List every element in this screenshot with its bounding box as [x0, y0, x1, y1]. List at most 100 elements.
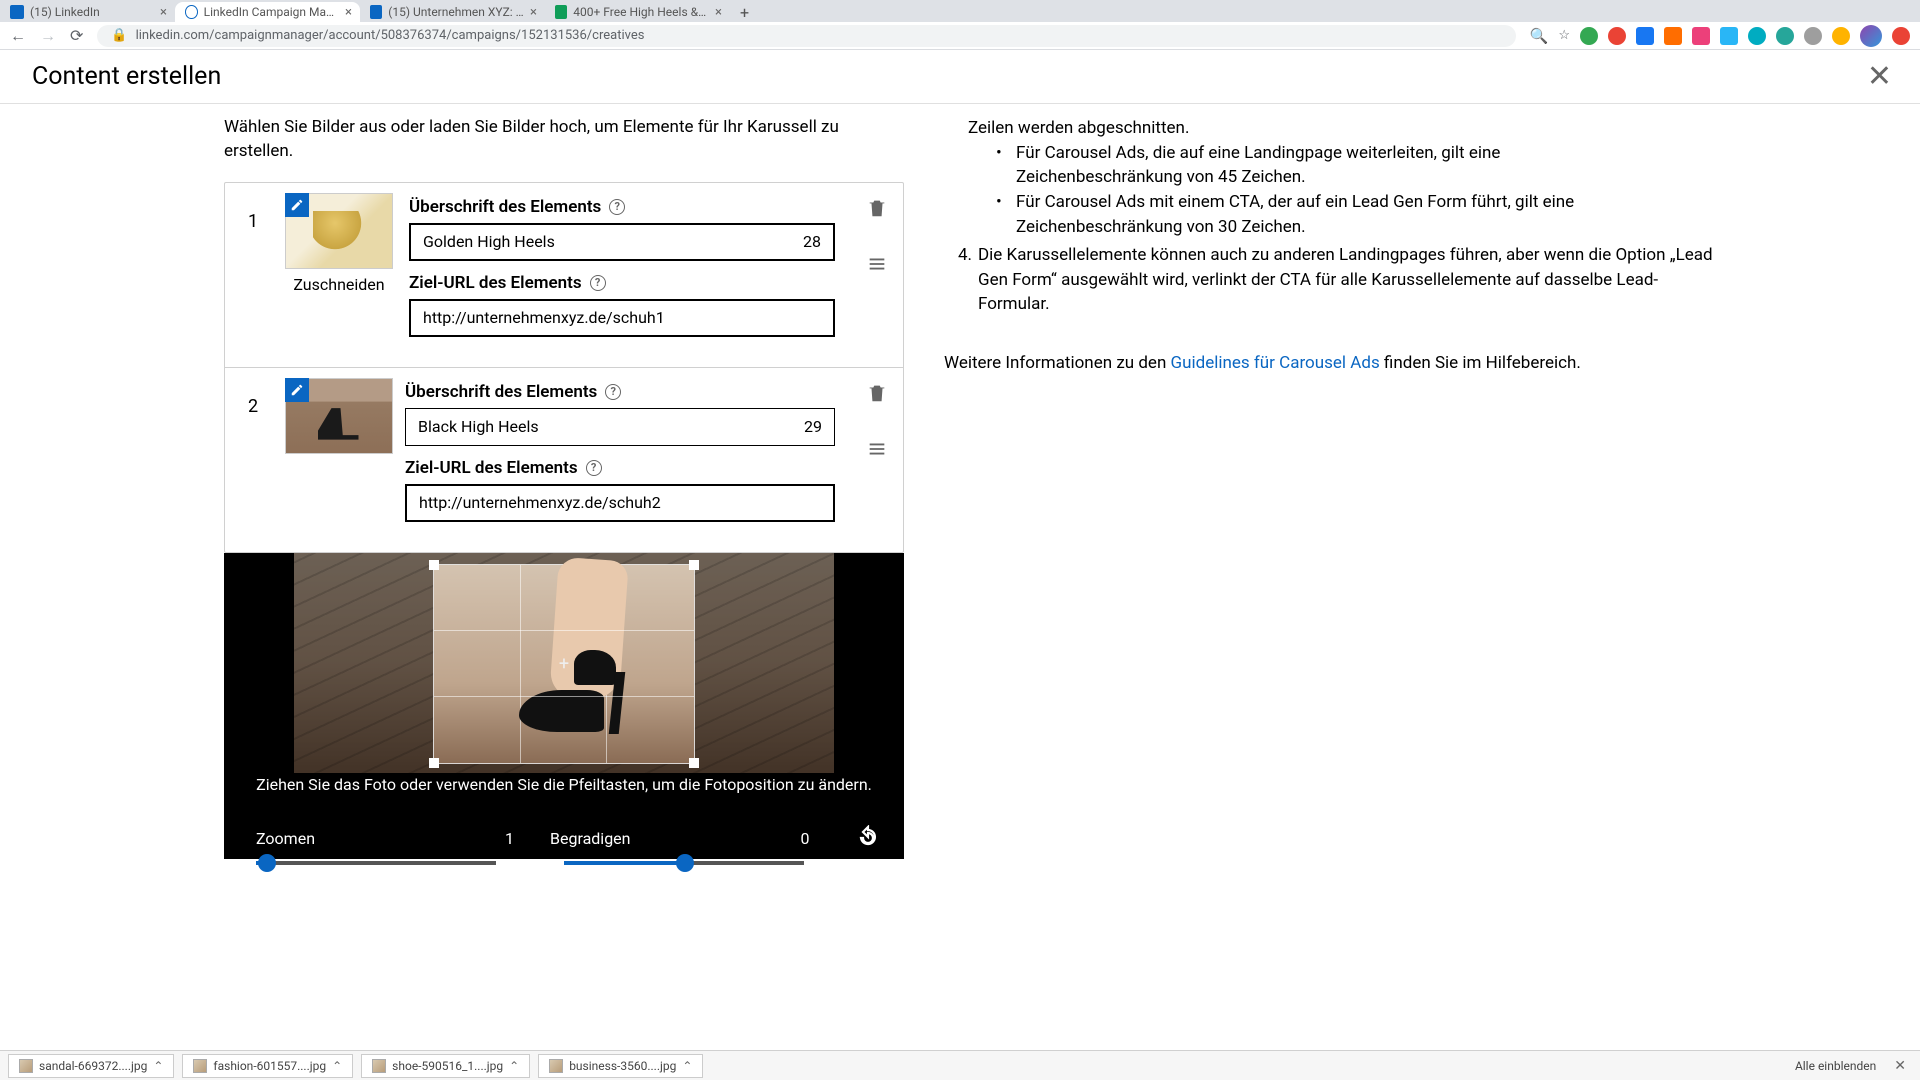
- carousel-card: 2 Überschrift des Elements ?: [225, 368, 903, 552]
- zoom-slider[interactable]: [256, 861, 496, 865]
- close-icon[interactable]: ×: [160, 5, 167, 20]
- extension-icon[interactable]: [1804, 27, 1822, 45]
- extension-icon[interactable]: [1720, 27, 1738, 45]
- url-input-row: [409, 299, 835, 337]
- thumbnail-wrapper: [285, 378, 393, 454]
- chevron-up-icon[interactable]: ⌃: [682, 1059, 692, 1073]
- help-icon[interactable]: ?: [605, 384, 621, 400]
- more-info-post: finden Sie im Hilfebereich.: [1380, 353, 1581, 373]
- trash-icon: [866, 382, 888, 404]
- download-item[interactable]: fashion-601557....jpg ⌃: [182, 1054, 353, 1078]
- crop-frame[interactable]: +: [434, 565, 694, 763]
- zoom-value: 1: [505, 829, 514, 848]
- carousel-card: 1 Zuschneiden Überschrift des Elements ?: [225, 183, 903, 368]
- download-filename: shoe-590516_1....jpg: [392, 1059, 503, 1073]
- url-input[interactable]: [423, 308, 821, 327]
- back-button[interactable]: ←: [10, 26, 26, 46]
- help-icon[interactable]: ?: [586, 460, 602, 476]
- card-image-column: [281, 368, 405, 552]
- extension-icon[interactable]: [1692, 27, 1710, 45]
- download-item[interactable]: shoe-590516_1....jpg ⌃: [361, 1054, 530, 1078]
- straighten-label: Begradigen: [550, 829, 630, 848]
- extension-icon[interactable]: [1580, 27, 1598, 45]
- close-icon[interactable]: ✕: [1894, 1058, 1906, 1074]
- content-area: Wählen Sie Bilder aus oder laden Sie Bil…: [0, 104, 1920, 1050]
- close-icon[interactable]: ×: [345, 5, 352, 20]
- chevron-up-icon[interactable]: ⌃: [332, 1059, 342, 1073]
- crop-instruction: Ziehen Sie das Foto oder verwenden Sie d…: [224, 771, 904, 800]
- extension-icon[interactable]: [1748, 27, 1766, 45]
- headline-input[interactable]: [423, 232, 803, 251]
- extension-icon[interactable]: [1664, 27, 1682, 45]
- resize-handle[interactable]: [429, 758, 439, 768]
- download-filename: fashion-601557....jpg: [213, 1059, 326, 1073]
- linkedin-icon: [370, 5, 382, 19]
- facebook-icon[interactable]: [1636, 27, 1654, 45]
- download-item[interactable]: business-3560....jpg ⌃: [538, 1054, 703, 1078]
- downloads-bar: sandal-669372....jpg ⌃ fashion-601557...…: [0, 1050, 1920, 1080]
- headline-label: Überschrift des Elements ?: [405, 382, 835, 402]
- modal-title: Content erstellen: [32, 62, 221, 91]
- resize-handle[interactable]: [689, 560, 699, 570]
- close-icon[interactable]: ×: [530, 5, 537, 20]
- headline-input-row: 29: [405, 408, 835, 446]
- drag-icon: [866, 438, 888, 460]
- browser-tab[interactable]: (15) LinkedIn ×: [0, 2, 175, 22]
- char-count: 28: [803, 232, 821, 251]
- card-image-column: Zuschneiden: [281, 183, 405, 367]
- edit-image-button[interactable]: [285, 378, 309, 402]
- record-icon[interactable]: [1892, 27, 1910, 45]
- reload-button[interactable]: ⟳: [70, 26, 83, 45]
- close-icon[interactable]: ×: [715, 5, 722, 20]
- zoom-label: Zoomen: [256, 829, 315, 848]
- star-icon[interactable]: ☆: [1558, 28, 1570, 43]
- delete-button[interactable]: [866, 382, 888, 408]
- url-input[interactable]: [419, 493, 821, 512]
- profile-avatar[interactable]: [1860, 25, 1882, 47]
- card-actions: [851, 368, 903, 552]
- browser-tab[interactable]: 400+ Free High Heels & Shoe ×: [545, 2, 730, 22]
- tab-label: LinkedIn Campaign Manager: [204, 5, 339, 19]
- linkedin-icon: [10, 5, 24, 19]
- straighten-value: 0: [801, 829, 810, 848]
- zoom-icon[interactable]: 🔍: [1530, 27, 1549, 45]
- straighten-slider[interactable]: [564, 861, 804, 865]
- tip-bullet: • Für Carousel Ads, die auf eine Landing…: [996, 141, 1764, 190]
- extension-icon[interactable]: [1776, 27, 1794, 45]
- crop-label[interactable]: Zuschneiden: [281, 275, 397, 294]
- address-bar[interactable]: 🔒 linkedin.com/campaignmanager/account/5…: [97, 25, 1515, 47]
- drag-handle[interactable]: [866, 253, 888, 279]
- chevron-up-icon[interactable]: ⌃: [153, 1059, 163, 1073]
- help-icon[interactable]: ?: [590, 275, 606, 291]
- extension-icon[interactable]: [1832, 27, 1850, 45]
- browser-tab[interactable]: (15) Unternehmen XYZ: Admi ×: [360, 2, 545, 22]
- delete-button[interactable]: [866, 197, 888, 223]
- browser-tab-active[interactable]: LinkedIn Campaign Manager ×: [175, 2, 360, 22]
- edit-image-button[interactable]: [285, 193, 309, 217]
- help-icon[interactable]: ?: [609, 199, 625, 215]
- tab-label: (15) Unternehmen XYZ: Admi: [388, 5, 524, 19]
- headline-input[interactable]: [418, 417, 804, 436]
- close-button[interactable]: ✕: [1867, 59, 1892, 94]
- carousel-cards-list: 1 Zuschneiden Überschrift des Elements ?: [224, 182, 904, 553]
- resize-handle[interactable]: [689, 758, 699, 768]
- guidelines-link[interactable]: Guidelines für Carousel Ads: [1171, 353, 1380, 373]
- url-label: Ziel-URL des Elements ?: [405, 458, 835, 478]
- extension-icon[interactable]: [1608, 27, 1626, 45]
- resize-handle[interactable]: [429, 560, 439, 570]
- modal-header: Content erstellen ✕: [0, 50, 1920, 104]
- crop-controls: Zoomen 1 Begradigen 0: [224, 825, 904, 853]
- download-item[interactable]: sandal-669372....jpg ⌃: [8, 1054, 174, 1078]
- bullet-icon: •: [996, 141, 1016, 190]
- file-icon: [193, 1059, 207, 1073]
- chevron-up-icon[interactable]: ⌃: [509, 1059, 519, 1073]
- drag-handle[interactable]: [866, 438, 888, 464]
- crop-stage[interactable]: +: [224, 553, 904, 773]
- show-all-link[interactable]: Alle einblenden: [1795, 1059, 1876, 1073]
- card-number: 2: [225, 368, 281, 552]
- forward-button[interactable]: →: [40, 26, 56, 46]
- label-text: Überschrift des Elements: [405, 382, 597, 402]
- url-label: Ziel-URL des Elements ?: [409, 273, 835, 293]
- reset-button[interactable]: [856, 825, 880, 853]
- new-tab-button[interactable]: +: [730, 3, 759, 22]
